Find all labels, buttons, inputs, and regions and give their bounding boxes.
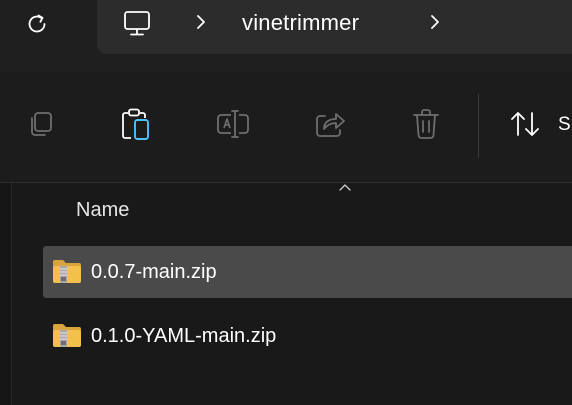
paste-button[interactable] xyxy=(118,106,154,142)
refresh-button[interactable] xyxy=(17,6,57,42)
zip-folder-icon xyxy=(53,260,81,283)
delete-button[interactable] xyxy=(408,106,444,142)
column-header-name[interactable]: Name xyxy=(76,199,129,222)
command-toolbar: S xyxy=(0,72,572,183)
file-name[interactable]: 0.0.7-main.zip xyxy=(91,261,217,284)
rename-button[interactable] xyxy=(215,106,251,142)
copy-icon xyxy=(31,112,52,136)
file-row[interactable]: 0.0.7-main.zip xyxy=(43,246,572,298)
share-icon xyxy=(316,113,345,137)
sort-button[interactable] xyxy=(508,106,544,142)
sort-ascending-caret-icon xyxy=(339,184,351,191)
address-bar-row: vinetrimmer xyxy=(0,0,572,72)
this-pc-icon[interactable] xyxy=(122,8,152,38)
paste-icon xyxy=(122,108,149,140)
copy-button[interactable] xyxy=(23,106,59,142)
navigation-pane-edge xyxy=(0,183,12,405)
share-button[interactable] xyxy=(312,106,348,142)
refresh-icon xyxy=(28,14,46,33)
sort-arrows-icon xyxy=(511,112,539,136)
sort-label[interactable]: S xyxy=(558,114,571,136)
chevron-right-icon[interactable] xyxy=(193,11,209,33)
toolbar-separator xyxy=(478,94,479,158)
file-row[interactable]: 0.1.0-YAML-main.zip xyxy=(43,310,572,362)
address-bar[interactable]: vinetrimmer xyxy=(97,0,572,54)
delete-icon xyxy=(413,109,439,139)
file-explorer-window: vinetrimmer S Name 0.0.7-main.zip 0.1.0-… xyxy=(0,0,572,405)
zip-folder-icon xyxy=(53,324,81,347)
rename-icon xyxy=(217,110,249,138)
file-list: Name 0.0.7-main.zip 0.1.0-YAML-main.zip xyxy=(0,183,572,405)
breadcrumb-vinetrimmer[interactable]: vinetrimmer xyxy=(242,10,359,36)
file-name[interactable]: 0.1.0-YAML-main.zip xyxy=(91,325,276,348)
chevron-right-icon[interactable] xyxy=(427,11,443,33)
